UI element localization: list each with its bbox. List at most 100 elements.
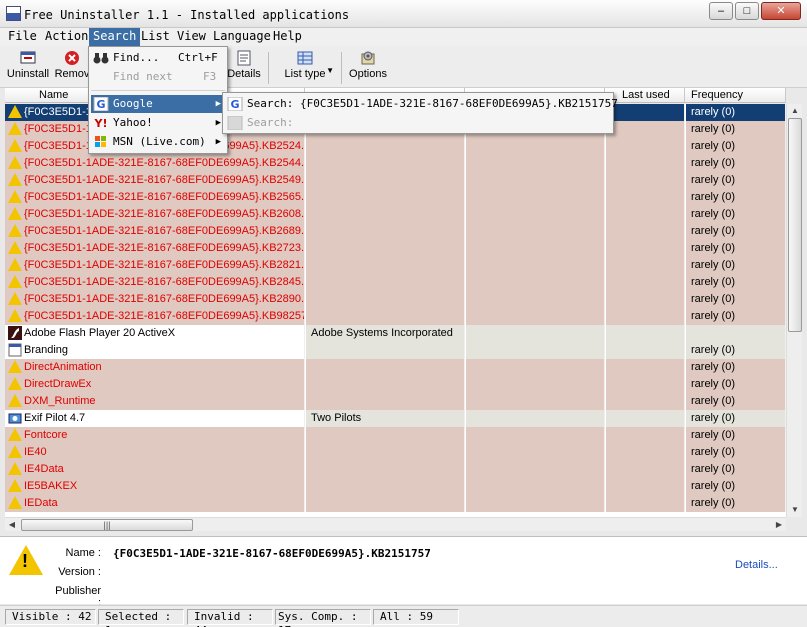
maximize-button[interactable]: □ [735,2,759,20]
row-name: {F0C3E5D1-1ADE-321E-8167-68EF0DE699A5}.K… [24,191,305,203]
toolbar-separator [341,52,342,84]
row-name-cell: DirectDrawEx [5,376,305,393]
row-last-used-cell [606,138,685,155]
horizontal-scroll-thumb[interactable]: ||| [21,519,193,531]
menu-item-google-search-disabled[interactable]: Search: [225,114,611,132]
table-row[interactable]: IEData rarely (0) [5,495,786,512]
table-row[interactable]: IE40 rarely (0) [5,444,786,461]
vertical-scroll-thumb[interactable] [788,118,802,332]
status-bar: Visible : 42 Selected : 1 Invalid : 44 S… [0,605,807,627]
table-row[interactable]: {F0C3E5D1-1ADE-321E-8167-68EF0DE699A5}.K… [5,274,786,291]
row-publisher-cell [306,138,465,155]
details-link[interactable]: Details... [735,559,778,571]
menu-view[interactable]: View [173,28,210,46]
row-version-cell [466,359,605,376]
menu-item-yahoo[interactable]: Y! Yahoo! ▶ [91,114,225,132]
row-name: {F0C3E5D1-1ADE-321E-8167-68EF0DE699A5}.K… [24,310,305,322]
table-row[interactable]: Adobe Flash Player 20 ActiveX Adobe Syste… [5,325,786,342]
row-frequency-cell: rarely (0) [686,121,786,138]
table-row[interactable]: {F0C3E5D1-1ADE-321E-8167-68EF0DE699A5}.K… [5,257,786,274]
menu-search[interactable]: Search [89,28,141,46]
row-name-cell: {F0C3E5D1-1ADE-321E-8167-68EF0DE699A5}.K… [5,240,305,257]
horizontal-scrollbar[interactable]: ◀ ||| ▶ [5,517,786,531]
row-publisher-cell [306,478,465,495]
table-row[interactable]: IE5BAKEX rarely (0) [5,478,786,495]
row-name: {F0C3E5D1-1 [24,123,92,135]
row-last-used-cell [606,427,685,444]
google-icon: G [227,97,243,111]
scroll-up-icon[interactable]: ▲ [787,104,803,118]
row-publisher-cell [306,308,465,325]
table-row[interactable]: {F0C3E5D1-1ADE-321E-8167-68EF0DE699A5}.K… [5,240,786,257]
table-row[interactable]: Branding rarely (0) [5,342,786,359]
scroll-left-icon[interactable]: ◀ [5,518,19,532]
menu-language[interactable]: Language [209,28,275,46]
menu-item-msn[interactable]: MSN (Live.com) ▶ [91,133,225,151]
menu-file[interactable]: File [4,28,41,46]
row-name: Adobe Flash Player 20 ActiveX [24,327,176,339]
table-row[interactable]: Exif Pilot 4.7 Two Pilots rarely (0) [5,410,786,427]
row-frequency-cell: rarely (0) [686,189,786,206]
table-row[interactable]: {F0C3E5D1-1ADE-321E-8167-68EF0DE699A5}.K… [5,206,786,223]
minimize-button[interactable]: – [709,2,733,20]
applications-list[interactable]: {F0C3E5D1-1 rarely (0) {F0C3E5D1-1 rarely (… [5,104,786,517]
row-last-used-cell [606,325,685,342]
close-button[interactable]: ✕ [761,2,801,20]
list-type-button[interactable]: List type ▼ [274,50,336,86]
table-row[interactable]: DirectDrawEx rarely (0) [5,376,786,393]
vertical-scrollbar[interactable]: ▲ ▼ [786,104,802,517]
row-name-cell: {F0C3E5D1-1ADE-321E-8167-68EF0DE699A5}.K… [5,172,305,189]
row-publisher-cell [306,461,465,478]
column-header-frequency[interactable]: Frequency [686,88,786,103]
row-publisher-cell [306,376,465,393]
table-row[interactable]: DXM_Runtime rarely (0) [5,393,786,410]
table-row[interactable]: {F0C3E5D1-1ADE-321E-8167-68EF0DE699A5}.K… [5,172,786,189]
row-frequency-cell: rarely (0) [686,257,786,274]
row-last-used-cell [606,223,685,240]
row-last-used-cell [606,257,685,274]
warning-icon [8,496,22,510]
menu-item-google[interactable]: G Google ▶ [91,95,225,113]
remove-label: Remov [54,68,90,80]
options-button[interactable]: Options [346,50,390,86]
table-row[interactable]: IE4Data rarely (0) [5,461,786,478]
submenu-arrow-icon: ▶ [215,99,221,109]
row-version-cell [466,393,605,410]
status-sys-comp: Sys. Comp. : 17 [275,609,371,627]
uninstall-button[interactable]: Uninstall [6,50,50,86]
menu-item-find[interactable]: Find... Ctrl+F [91,49,225,67]
menu-list[interactable]: List [137,28,174,46]
menu-item-find-next[interactable]: Find next F3 [91,68,225,86]
table-row[interactable]: {F0C3E5D1-1ADE-321E-8167-68EF0DE699A5}.K… [5,291,786,308]
table-row[interactable]: {F0C3E5D1-1ADE-321E-8167-68EF0DE699A5}.K… [5,155,786,172]
row-name-cell: {F0C3E5D1-1ADE-321E-8167-68EF0DE699A5}.K… [5,155,305,172]
status-all: All : 59 [373,609,459,625]
row-name: {F0C3E5D1-1ADE-321E-8167-68EF0DE699A5}.K… [24,242,305,254]
row-name: {F0C3E5D1-1 [24,106,92,118]
row-name-cell: IE5BAKEX [5,478,305,495]
details-label: Details [227,68,261,80]
table-row[interactable]: {F0C3E5D1-1ADE-321E-8167-68EF0DE699A5}.K… [5,308,786,325]
table-row[interactable]: Fontcore rarely (0) [5,427,786,444]
table-row[interactable]: DirectAnimation rarely (0) [5,359,786,376]
menu-action[interactable]: Action [41,28,92,46]
table-row[interactable]: {F0C3E5D1-1ADE-321E-8167-68EF0DE699A5}.K… [5,189,786,206]
row-publisher-cell [306,291,465,308]
details-button[interactable]: Details [226,50,262,86]
remove-button[interactable]: Remov [54,50,90,86]
menu-item-google-search[interactable]: G Search: {F0C3E5D1-1ADE-321E-8167-68EF0… [225,95,618,113]
row-last-used-cell [606,189,685,206]
table-row[interactable]: {F0C3E5D1-1ADE-321E-8167-68EF0DE699A5}.K… [5,223,786,240]
row-name-cell: {F0C3E5D1-1ADE-321E-8167-68EF0DE699A5}.K… [5,274,305,291]
scroll-right-icon[interactable]: ▶ [772,518,786,532]
warning-icon [8,139,22,153]
menu-help[interactable]: Help [269,28,306,46]
chevron-down-icon[interactable]: ▼ [326,66,334,75]
svg-text:Y!: Y! [94,117,108,130]
row-last-used-cell [606,342,685,359]
search-menu-dropdown: Find... Ctrl+F Find next F3 G Google ▶ Y… [88,46,228,154]
row-name-cell: {F0C3E5D1-1ADE-321E-8167-68EF0DE699A5}.K… [5,206,305,223]
row-version-cell [466,172,605,189]
scroll-down-icon[interactable]: ▼ [787,503,803,517]
list-type-label: List type [284,68,326,80]
